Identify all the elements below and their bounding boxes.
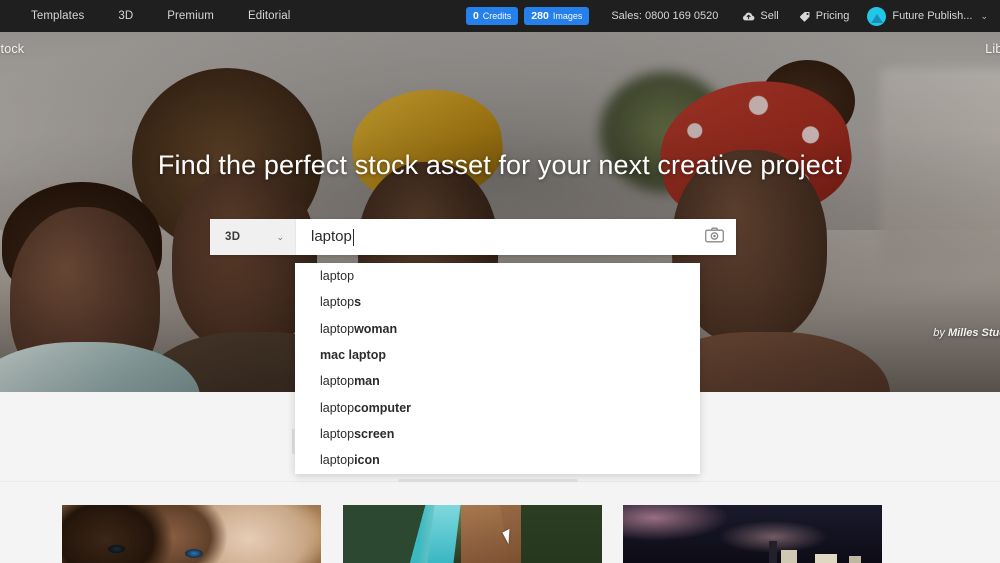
search-input[interactable]: laptop <box>296 219 692 255</box>
nav-link-editorial[interactable]: Editorial <box>231 0 307 32</box>
images-count: 280 <box>531 10 549 22</box>
search-input-value: laptop <box>311 228 352 245</box>
top-nav-right-group: 0 Credits 280 Images Sales: 0800 169 052… <box>465 0 994 32</box>
suggestion-completion: screen <box>354 426 395 441</box>
suggestion-item[interactable]: laptop woman <box>295 316 700 342</box>
suggestion-item[interactable]: laptop <box>295 263 700 289</box>
suggestion-item[interactable]: laptop s <box>295 289 700 315</box>
photo-credit-prefix: by <box>933 327 948 339</box>
photo-credit-author: Milles Stud <box>947 327 1000 339</box>
chevron-down-icon: ⌄ <box>276 231 284 242</box>
search-category-select[interactable]: 3D ⌄ <box>210 219 296 255</box>
search-bar: 3D ⌄ laptop <box>210 219 736 255</box>
nav-link-library[interactable]: Libra <box>985 42 1000 56</box>
stock-search-page: Templates 3D Premium Editorial 0 Credits… <box>0 0 1000 563</box>
nav-link-premium[interactable]: Premium <box>150 0 231 32</box>
suggestion-prefix: laptop <box>320 426 355 441</box>
suggestion-prefix: laptop <box>320 321 355 336</box>
horizontal-scrollbar[interactable] <box>398 479 578 482</box>
cloud-upload-icon <box>742 11 755 22</box>
camera-icon <box>704 227 724 248</box>
images-badge[interactable]: 280 Images <box>524 7 590 25</box>
thumbnail-two-women-portrait[interactable] <box>62 505 321 563</box>
visual-search-button[interactable] <box>692 219 736 255</box>
sell-button[interactable]: Sell <box>742 10 779 22</box>
suggestion-completion: computer <box>354 400 412 415</box>
photo-credit: by Milles Stud <box>933 327 1000 339</box>
thumbnail-night-city-sky[interactable] <box>623 505 882 563</box>
search-suggestions-dropdown: laptop laptop s laptop woman mac laptop l… <box>295 263 700 474</box>
suggestion-item[interactable]: laptop man <box>295 368 700 394</box>
thumbnail-aerial-forest-river[interactable] <box>343 505 602 563</box>
asset-thumbnail-strip <box>0 505 1000 563</box>
images-label: Images <box>552 11 583 21</box>
suggestion-prefix: laptop <box>320 295 355 310</box>
credits-count: 0 <box>472 10 479 22</box>
suggestion-item[interactable]: mac laptop <box>295 342 700 368</box>
credits-label: Credits <box>482 11 512 21</box>
avatar <box>867 6 887 26</box>
suggestion-prefix: laptop <box>320 374 355 389</box>
nav-link-3d[interactable]: 3D <box>101 0 150 32</box>
text-caret <box>352 228 354 246</box>
suggestion-completion: icon <box>354 453 380 468</box>
price-tag-icon <box>799 11 811 22</box>
account-menu[interactable]: Future Publish... ⌄ <box>867 6 988 26</box>
suggestion-prefix: laptop <box>320 453 355 468</box>
account-name: Future Publish... <box>892 10 973 22</box>
suggestion-completion: mac laptop <box>320 348 386 363</box>
suggestion-prefix: laptop <box>320 269 355 284</box>
pricing-button[interactable]: Pricing <box>799 10 850 22</box>
brand-logo-stock[interactable]: Stock <box>0 42 24 56</box>
suggestion-completion: woman <box>354 321 398 336</box>
suggestion-item[interactable]: laptop computer <box>295 394 700 420</box>
suggestion-item[interactable]: laptop screen <box>295 421 700 447</box>
chevron-down-icon: ⌄ <box>980 10 988 21</box>
nav-link-templates[interactable]: Templates <box>14 0 101 32</box>
top-nav-links: Templates 3D Premium Editorial <box>0 0 307 32</box>
global-top-navbar: Templates 3D Premium Editorial 0 Credits… <box>0 0 1000 32</box>
search-category-value: 3D <box>225 231 241 243</box>
suggestion-completion: s <box>354 295 362 310</box>
page-title: Find the perfect stock asset for your ne… <box>157 150 843 180</box>
suggestion-prefix: laptop <box>320 400 355 415</box>
sales-phone: Sales: 0800 169 0520 <box>611 10 719 22</box>
suggestion-item[interactable]: laptop icon <box>295 447 700 473</box>
suggestion-completion: man <box>354 374 380 389</box>
sell-label: Sell <box>760 10 779 22</box>
pricing-label: Pricing <box>815 10 850 22</box>
credits-badge[interactable]: 0 Credits <box>465 7 519 25</box>
